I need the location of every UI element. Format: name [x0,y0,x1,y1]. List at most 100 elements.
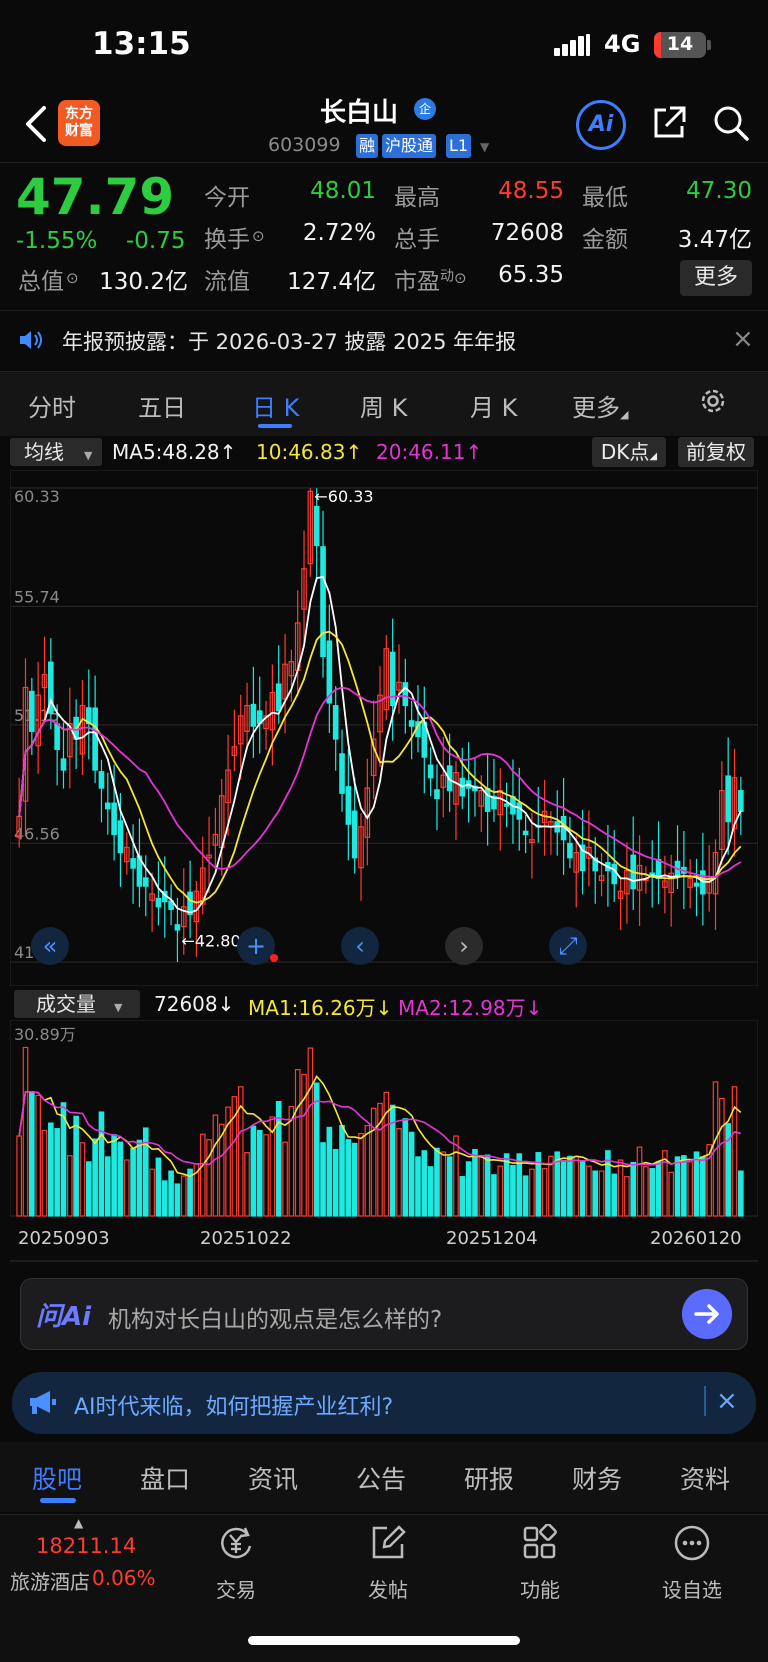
megaphone-icon [30,1391,56,1414]
svg-text:⤢: ⤢ [558,932,577,960]
candle-body [320,546,326,658]
volume-bar [567,1155,573,1217]
candle-body [174,924,181,931]
ma-type-select[interactable]: 均线 ▼ [10,438,102,466]
candle-body [60,758,67,771]
first-page-icon[interactable]: « [31,927,69,965]
sector-name[interactable]: 旅游酒店 [10,1566,90,1595]
volume-bar [655,1161,662,1217]
volume-bar [598,1170,605,1217]
sector-change[interactable]: 0.06% [92,1566,156,1590]
candlestick-chart[interactable]: 60.3355.7451.1546.5641.96←60.33←42.80«+‹… [10,470,758,986]
info-icon[interactable]: ⊙ [252,227,265,245]
tab-news[interactable]: 资讯 [248,1460,298,1496]
prev-page-icon[interactable]: ‹ [341,927,379,965]
announcement-text[interactable]: 年报预披露：于 2026-03-27 披露 2025 年年报 [62,326,516,356]
banner-text[interactable]: AI时代来临，如何把握产业红利? [74,1389,393,1421]
tag-margin: 融 [356,134,379,158]
chevron-down-icon: ▼ [114,1001,123,1014]
pe-value: 65.35 [498,262,564,288]
send-arrow-icon[interactable] [682,1289,732,1339]
volume-chart[interactable]: 30.89万 20250903 20251022 20251204 20260120 [10,1020,758,1266]
volume-bar [719,1097,725,1217]
stock-code: 603099 [268,134,341,156]
date-label: 20251022 [200,1228,292,1249]
ask-ai-input[interactable]: 机构对长白山的观点是怎么样的? [108,1300,442,1334]
amount-value: 3.47亿 [677,227,752,253]
tab-more[interactable]: 更多◢ [572,388,628,423]
trade-button[interactable]: 交易 [186,1524,286,1603]
tag-dropdown-icon[interactable]: ▼ [480,140,489,154]
volume-bar [510,1164,516,1217]
active-tab-indicator [258,424,292,428]
enterprise-badge: 企 [414,98,436,120]
svg-text:‹: ‹ [355,932,365,960]
float-label: 流值 [204,269,250,295]
y-tick-label: 60.33 [14,487,60,506]
change-percent: -1.55% [16,228,98,254]
fullscreen-icon[interactable]: ⤢ [549,927,587,965]
close-icon[interactable]: × [716,1386,738,1416]
more-button[interactable]: 更多 [680,260,752,296]
volume-bar [111,1134,117,1217]
tab-forum[interactable]: 股吧 [32,1460,82,1496]
tab-research[interactable]: 研报 [464,1460,514,1496]
candle-body [725,775,731,823]
volume-bar [66,1155,73,1217]
candle-body [92,707,98,771]
chevron-down-icon: ◢ [620,408,629,421]
info-icon[interactable]: ⊙ [454,269,467,287]
tab-orderbook[interactable]: 盘口 [140,1460,190,1496]
candle-body [427,764,434,779]
tab-intraday[interactable]: 分时 [28,388,76,423]
adjust-type-button[interactable]: 前复权 [678,437,754,467]
info-icon[interactable]: ⊙ [66,269,79,287]
gear-icon[interactable] [698,386,728,416]
volume-bar [250,1125,257,1217]
candle-body [402,682,409,707]
candle-body [345,786,352,825]
grid-icon [523,1523,557,1559]
back-arrow-icon[interactable] [22,102,52,146]
volume-bar [579,1160,586,1217]
add-watchlist-button[interactable]: 设自选 [642,1524,742,1603]
trade-icon [221,1527,252,1559]
tab-monthly-k[interactable]: 月 K [470,388,517,423]
candle-body [54,723,60,750]
pe-label: 市盈动⊙ [394,262,467,296]
tab-announcements[interactable]: 公告 [356,1460,406,1496]
functions-button[interactable]: 功能 [490,1523,590,1603]
volume-bar [472,1148,478,1217]
volume-bar [104,1156,111,1217]
dk-points-button[interactable]: DK点◢ [592,437,666,467]
post-button[interactable]: 发帖 [338,1524,438,1603]
indicator-select[interactable]: 成交量 ▼ [14,990,140,1018]
volume-bar [117,1141,124,1217]
mktcap-value: 130.2亿 [99,269,188,295]
share-icon[interactable] [650,104,688,142]
ai-button[interactable]: Ai [576,100,626,150]
ma-select-label: 均线 [24,440,64,464]
add-watchlist-label: 设自选 [662,1578,722,1602]
search-icon[interactable] [712,104,750,142]
candle-body [738,790,744,812]
volume-bar [636,1146,643,1217]
indicator-select-label: 成交量 [36,992,96,1016]
next-page-icon[interactable]: › [445,927,483,965]
volume-bar [586,1165,592,1217]
volume-bar [738,1170,744,1217]
zoom-in-icon[interactable]: + [237,927,275,965]
high-value: 48.55 [498,178,564,204]
tab-daily-k[interactable]: 日 K [252,388,299,423]
tab-profile[interactable]: 资料 [680,1460,730,1496]
close-icon[interactable]: × [732,324,754,354]
tab-finance[interactable]: 财务 [572,1460,622,1496]
volume-bar [92,1138,98,1217]
tab-five-day[interactable]: 五日 [138,388,186,423]
turnover-label: 换手 ⊙ [204,220,265,254]
volume-bar [693,1151,700,1217]
volume-bar [326,1126,333,1217]
tab-weekly-k[interactable]: 周 K [360,388,407,423]
volume-bar [320,1142,326,1217]
sector-index-value[interactable]: 18211.14 [36,1534,136,1558]
